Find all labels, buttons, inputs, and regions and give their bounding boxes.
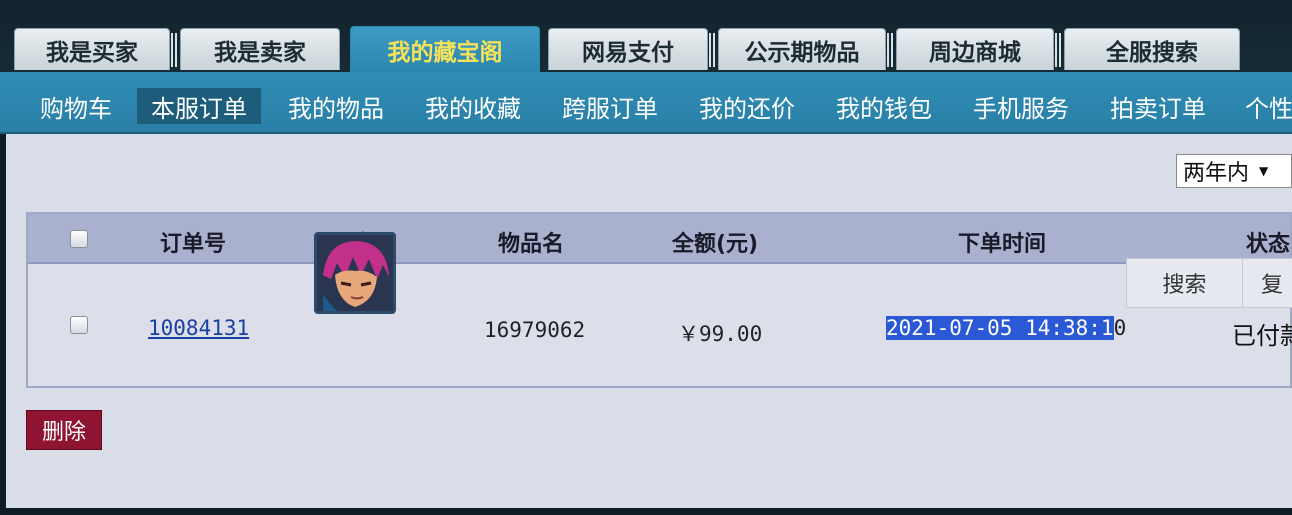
subnav-cross-orders[interactable]: 跨服订单 (558, 88, 662, 124)
tab-my-treasure[interactable]: 我的藏宝阁 (350, 26, 540, 72)
time-range-select[interactable]: 两年内 ▼ (1176, 154, 1292, 188)
table-header: 订单号 图片 物品名 全额(元) 下单时间 状态 (28, 214, 1290, 264)
header-order-no: 订单号 (160, 232, 227, 257)
subnav-mobile[interactable]: 手机服务 (969, 88, 1073, 124)
subnav-auction[interactable]: 拍卖订单 (1106, 88, 1210, 124)
copy-button[interactable]: 复 (1247, 259, 1292, 307)
order-number-link[interactable]: 10084131 (148, 316, 249, 340)
header-status: 状态 (1246, 232, 1291, 257)
order-time: 2021-07-05 14:38:10 (886, 316, 1126, 340)
subnav-wallet[interactable]: 我的钱包 (832, 88, 936, 124)
subnav-my-items[interactable]: 我的物品 (284, 88, 388, 124)
tab-public-items[interactable]: 公示期物品 (709, 28, 886, 70)
tab-buyer[interactable]: 我是买家 (14, 28, 170, 70)
subnav-server-orders[interactable]: 本服订单 (137, 88, 261, 124)
item-name: 16979062 (484, 318, 586, 342)
top-tab-bar: 我是买家 我是卖家 我的藏宝阁 网易支付 公示期物品 周边商城 全服搜索 (0, 0, 1292, 72)
delete-button[interactable]: 删除 (26, 410, 102, 450)
tab-seller[interactable]: 我是卖家 (171, 28, 340, 70)
tab-mall[interactable]: 周边商城 (887, 28, 1054, 70)
character-portrait-icon (317, 235, 393, 311)
header-item-name: 物品名 (498, 232, 565, 257)
status-badge: 已付款 (1232, 322, 1292, 350)
item-avatar-image (314, 232, 396, 314)
subnav-my-offers[interactable]: 我的还价 (695, 88, 799, 124)
row-checkbox[interactable] (70, 316, 88, 334)
subnav-favorites[interactable]: 我的收藏 (421, 88, 525, 124)
amount: ￥99.00 (678, 322, 763, 346)
tab-netease-pay[interactable]: 网易支付 (548, 28, 708, 70)
subnav-personal[interactable]: 个性 (1241, 88, 1292, 124)
sub-nav: 购物车 本服订单 我的物品 我的收藏 跨服订单 我的还价 我的钱包 手机服务 拍… (0, 72, 1292, 134)
time-range-value: 两年内 (1183, 161, 1250, 186)
header-amount: 全额(元) (672, 232, 759, 257)
search-button[interactable]: 搜索 (1127, 259, 1243, 307)
context-popup: 搜索 复 (1126, 258, 1292, 308)
header-order-time: 下单时间 (958, 232, 1047, 257)
orders-table: 订单号 图片 物品名 全额(元) 下单时间 状态 10084131 (26, 212, 1292, 388)
tab-global-search[interactable]: 全服搜索 (1055, 28, 1240, 70)
main-content: 两年内 ▼ 订单号 图片 物品名 全额(元) 下单时间 状态 10084131 (6, 134, 1292, 508)
dropdown-arrow-icon: ▼ (1259, 164, 1269, 178)
select-all-checkbox[interactable] (70, 230, 88, 248)
order-time-selected: 2021-07-05 14:38:1 (886, 316, 1114, 340)
subnav-cart[interactable]: 购物车 (36, 88, 116, 124)
order-time-rest: 0 (1113, 316, 1127, 340)
